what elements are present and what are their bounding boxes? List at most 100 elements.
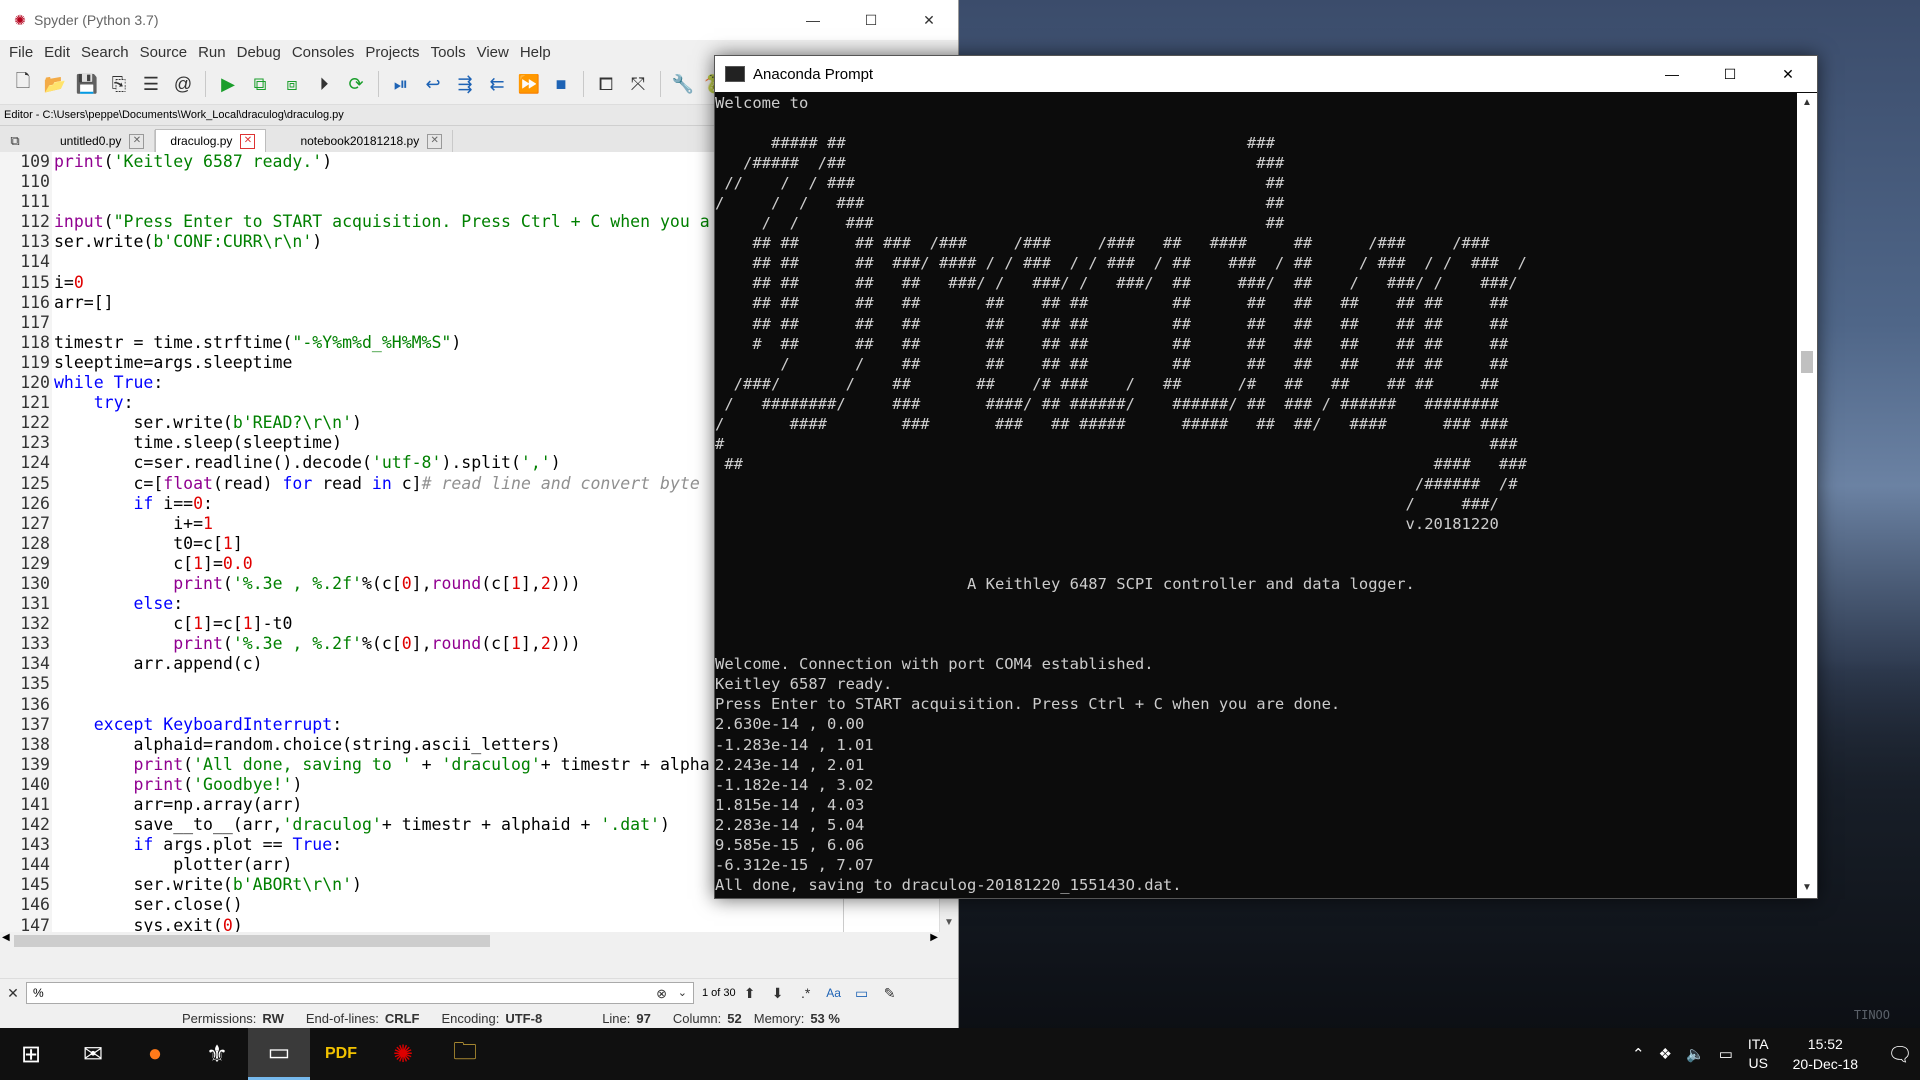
continue-icon[interactable]: ⏩: [516, 71, 542, 97]
code-text: ser.close(): [54, 895, 243, 915]
dropbox-icon[interactable]: ❖: [1659, 1045, 1672, 1063]
scroll-up-icon[interactable]: ▲: [1797, 93, 1817, 113]
find-bar: ✕ % ⊗ ⌄ 1 of 30 ⬆ ⬇ .* Aa ▭ ✎: [0, 978, 958, 1007]
tab-draculog[interactable]: draculog.py ✕: [155, 129, 267, 152]
desktop-watermark: TINOO: [1853, 1008, 1890, 1022]
volume-icon[interactable]: 🔈: [1686, 1045, 1705, 1063]
language-indicator[interactable]: ITA US: [1748, 1035, 1769, 1073]
line-number: 138: [20, 734, 50, 754]
maximize-pane-icon[interactable]: ⧠: [593, 71, 619, 97]
scroll-right-icon[interactable]: ▶: [930, 932, 938, 943]
spyder-titlebar[interactable]: ✺ Spyder (Python 3.7) — ☐ ✕: [0, 0, 958, 40]
at-icon[interactable]: @: [170, 71, 196, 97]
console-line: Keitley 6587 ready.: [715, 675, 893, 694]
menu-debug[interactable]: Debug: [237, 44, 281, 61]
console-line: -1.182e-14 , 3.02: [715, 775, 874, 794]
new-file-icon[interactable]: 🗋: [10, 71, 36, 97]
line-label: Line:: [602, 1010, 631, 1026]
scrollbar-thumb[interactable]: [14, 935, 490, 947]
minimize-button[interactable]: —: [784, 0, 842, 40]
code-text: print('Keitley 6587 ready.'): [54, 152, 333, 171]
menu-projects[interactable]: Projects: [365, 44, 419, 61]
preferences-icon[interactable]: 🔧: [670, 71, 696, 97]
console-line: / ########/ ### ####/ ## ######/ ######/…: [715, 394, 1499, 413]
minimize-button[interactable]: —: [1643, 56, 1701, 92]
firefox-icon[interactable]: ●: [124, 1028, 186, 1080]
scroll-down-icon[interactable]: ▼: [1797, 878, 1817, 898]
highlight-icon[interactable]: ✎: [876, 985, 904, 1002]
scroll-down-icon[interactable]: ▼: [940, 914, 958, 932]
terminal-icon[interactable]: ▭: [248, 1028, 310, 1080]
menu-file[interactable]: File: [9, 44, 33, 61]
menu-help[interactable]: Help: [520, 44, 551, 61]
spyder-icon[interactable]: ✺: [372, 1028, 434, 1080]
menu-tools[interactable]: Tools: [431, 44, 466, 61]
folder-icon[interactable]: 🗀: [434, 1028, 496, 1080]
maximize-button[interactable]: ☐: [842, 0, 900, 40]
console-line: / ###/: [715, 494, 1499, 513]
close-find-icon[interactable]: ✕: [0, 985, 26, 1002]
chevron-down-icon[interactable]: ⌄: [678, 983, 687, 1003]
rerun-icon[interactable]: ⟳: [343, 71, 369, 97]
app-fox-icon[interactable]: ⚜: [186, 1028, 248, 1080]
step-icon[interactable]: ↩: [420, 71, 446, 97]
debug-icon[interactable]: ⏯: [388, 71, 414, 97]
close-tab-icon[interactable]: ✕: [129, 133, 145, 149]
console-scrollbar[interactable]: ▲ ▼: [1797, 93, 1817, 898]
open-file-icon[interactable]: 📂: [42, 71, 68, 97]
find-next-icon[interactable]: ⬇: [764, 985, 792, 1002]
editor-horizontal-scrollbar[interactable]: ◀ ▶: [0, 932, 940, 950]
taskbar: ⊞ ✉ ● ⚜ ▭ PDF ✺ 🗀 ⌃ ❖ 🔈 ▭ ITA US 15:52 2…: [0, 1028, 1920, 1080]
menu-source[interactable]: Source: [140, 44, 188, 61]
whole-word-icon[interactable]: ▭: [848, 985, 876, 1002]
prompt-titlebar[interactable]: Anaconda Prompt — ☐ ✕: [715, 56, 1817, 92]
regex-icon[interactable]: .*: [792, 985, 820, 1001]
step-into-icon[interactable]: ⇶: [452, 71, 478, 97]
menu-run[interactable]: Run: [198, 44, 226, 61]
clock[interactable]: 15:52 20-Dec-18: [1793, 1034, 1858, 1074]
chevron-up-icon[interactable]: ⌃: [1632, 1045, 1645, 1063]
find-previous-icon[interactable]: ⬆: [736, 985, 764, 1002]
scrollbar-thumb[interactable]: [1801, 351, 1813, 373]
find-input-value: %: [33, 986, 44, 1000]
scroll-left-icon[interactable]: ◀: [2, 932, 10, 943]
list-icon[interactable]: ☰: [138, 71, 164, 97]
save-all-icon[interactable]: ⎘: [106, 71, 132, 97]
clear-search-icon[interactable]: ⊗: [656, 984, 667, 1004]
menu-edit[interactable]: Edit: [44, 44, 70, 61]
case-sensitive-icon[interactable]: Aa: [820, 986, 848, 1000]
run-icon[interactable]: ▶: [215, 71, 241, 97]
close-tab-icon[interactable]: ✕: [240, 133, 256, 149]
tab-notebook20181218[interactable]: notebook20181218.py ✕: [266, 130, 454, 152]
console-output[interactable]: Welcome to ##### ## ### /##### /## ### /…: [715, 93, 1795, 898]
close-tab-icon[interactable]: ✕: [427, 133, 443, 149]
battery-icon[interactable]: ▭: [1719, 1045, 1733, 1063]
line-number: 118: [20, 332, 50, 352]
line-number: 140: [20, 774, 50, 794]
maximize-button[interactable]: ☐: [1701, 56, 1759, 92]
console-line: / #### ### ### ## ##### ##### ## ##/ ###…: [715, 414, 1509, 433]
console-line: -6.312e-15 , 7.07: [715, 855, 874, 874]
browse-tabs-icon[interactable]: ⧉: [4, 130, 26, 152]
find-input[interactable]: % ⊗ ⌄: [26, 982, 694, 1004]
fullscreen-icon[interactable]: ⤧: [625, 71, 651, 97]
run-selection-icon[interactable]: ⏵: [311, 71, 337, 97]
step-return-icon[interactable]: ⇇: [484, 71, 510, 97]
line-number: 143: [20, 835, 50, 855]
mail-icon[interactable]: ✉: [62, 1028, 124, 1080]
run-cell-advance-icon[interactable]: ⧈: [279, 71, 305, 97]
menu-consoles[interactable]: Consoles: [292, 44, 355, 61]
menu-view[interactable]: View: [477, 44, 509, 61]
run-cell-icon[interactable]: ⧉: [247, 71, 273, 97]
pdf-icon[interactable]: PDF: [310, 1028, 372, 1080]
console-line: 2.630e-14 , 0.00: [715, 715, 865, 734]
close-button[interactable]: ✕: [1759, 56, 1817, 92]
code-text: arr.append(c): [54, 654, 263, 674]
save-icon[interactable]: 💾: [74, 71, 100, 97]
menu-search[interactable]: Search: [81, 44, 129, 61]
stop-debug-icon[interactable]: ■: [548, 71, 574, 97]
notifications-icon[interactable]: 🗨: [1880, 1042, 1920, 1067]
windows-start-icon[interactable]: ⊞: [0, 1028, 62, 1080]
tab-untitled0[interactable]: untitled0.py ✕: [26, 130, 156, 152]
close-button[interactable]: ✕: [900, 0, 958, 40]
